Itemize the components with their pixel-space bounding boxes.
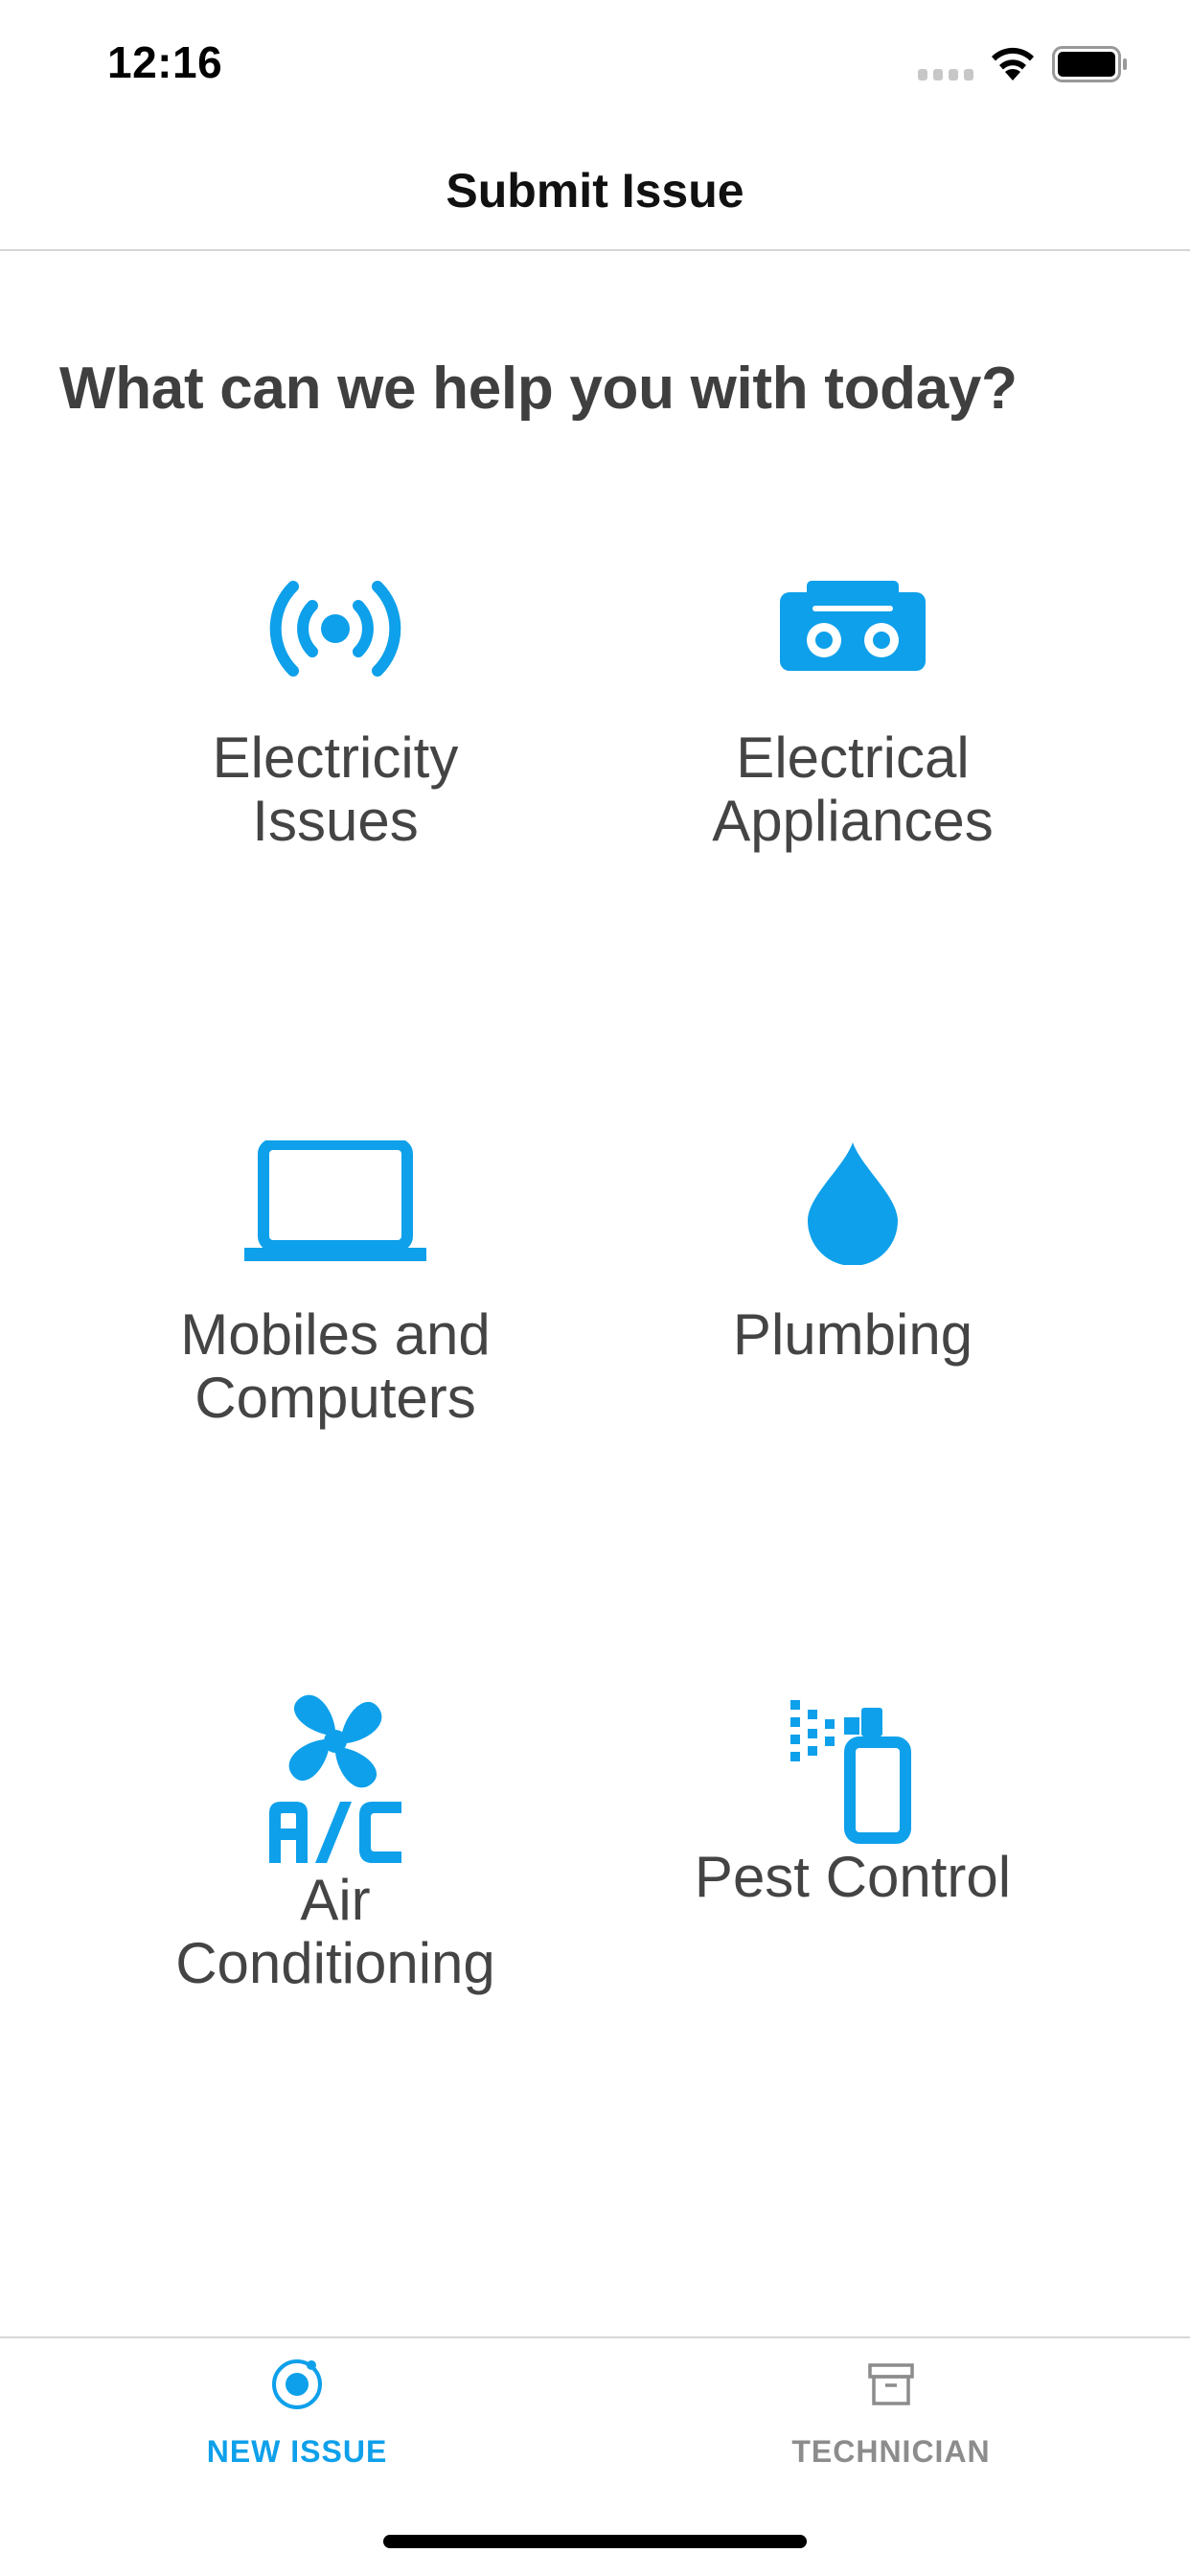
- category-mobiles-and-computers[interactable]: Mobiles and Computers: [77, 1140, 594, 1430]
- category-electrical-appliances[interactable]: Electrical Appliances: [594, 571, 1111, 853]
- target-icon: [272, 2359, 322, 2409]
- home-indicator[interactable]: [383, 2535, 807, 2548]
- page-title: Submit Issue: [446, 164, 744, 218]
- tab-new-issue[interactable]: NEW ISSUE: [105, 2356, 489, 2470]
- tab-label: TECHNICIAN: [791, 2434, 991, 2469]
- category-label: Pest Control: [694, 1845, 1012, 1909]
- category-plumbing[interactable]: Plumbing: [594, 1140, 1111, 1367]
- tab-label: NEW ISSUE: [206, 2434, 388, 2469]
- archive-icon: [868, 2363, 914, 2405]
- broadcast-icon: [269, 581, 401, 677]
- category-label: Mobiles and Computers: [180, 1302, 491, 1430]
- navigation-bar: Submit Issue: [0, 126, 1190, 251]
- status-time: 12:16: [107, 37, 223, 87]
- category-label: Electrical Appliances: [712, 725, 994, 853]
- radio-icon: [780, 581, 926, 671]
- battery-icon: [1052, 46, 1127, 82]
- category-electricity-issues[interactable]: Electricity Issues: [77, 571, 594, 853]
- category-air-conditioning[interactable]: Air Conditioning: [77, 1690, 594, 1995]
- ac-fan-icon: [269, 1694, 401, 1863]
- wifi-icon: [992, 47, 1034, 80]
- category-label: Plumbing: [732, 1302, 973, 1367]
- cellular-signal-icon: [918, 69, 973, 80]
- tab-technician[interactable]: TECHNICIAN: [699, 2356, 1083, 2470]
- status-bar: 12:16: [0, 0, 1190, 126]
- category-label: Electricity Issues: [212, 725, 459, 853]
- category-label: Air Conditioning: [175, 1868, 495, 1995]
- category-pest-control[interactable]: Pest Control: [594, 1690, 1111, 1909]
- laptop-icon: [244, 1140, 426, 1261]
- water-drop-icon: [808, 1142, 898, 1265]
- spray-bottle-icon: [790, 1700, 911, 1844]
- section-heading: What can we help you with today?: [59, 356, 1018, 422]
